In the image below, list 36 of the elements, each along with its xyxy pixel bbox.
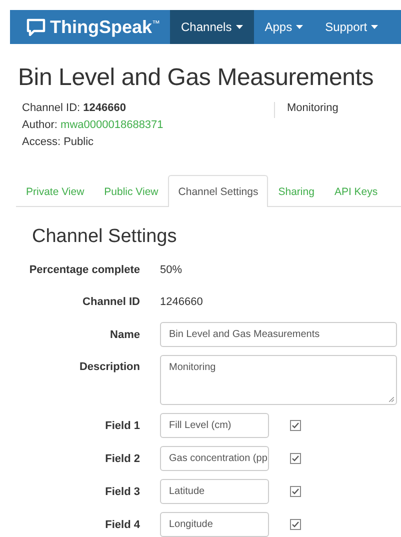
caret-icon xyxy=(236,25,243,29)
input-field[interactable]: Fill Level (cm) xyxy=(160,413,269,438)
caret-icon xyxy=(371,25,378,29)
field-label: Field 2 xyxy=(104,452,140,464)
nav-menu[interactable]: Support xyxy=(314,10,390,44)
tab[interactable]: Channel Settings xyxy=(168,175,268,207)
nav-menu[interactable]: Channels xyxy=(170,10,254,44)
input-field[interactable]: Gas concentration (pp xyxy=(160,446,269,471)
channel-title: Bin Level and Gas Measurements xyxy=(18,64,375,92)
input-field[interactable]: Latitude xyxy=(160,479,269,504)
speech-bubble-icon xyxy=(26,18,46,36)
field-value: 1246660 xyxy=(160,296,203,308)
input-field[interactable]: Longitude xyxy=(160,512,269,537)
field-value: 50% xyxy=(160,264,182,276)
brand-logo[interactable]: ThingSpeak$^{™}$ xyxy=(50,16,160,38)
checkbox[interactable] xyxy=(290,519,301,530)
checkbox[interactable] xyxy=(290,453,301,464)
input-field[interactable]: Bin Level and Gas Measurements xyxy=(160,322,397,347)
caret-icon xyxy=(296,25,304,29)
field-label: Percentage complete xyxy=(28,264,140,276)
text-area[interactable]: Monitoring xyxy=(160,355,397,405)
nav-menu[interactable]: Apps xyxy=(254,10,314,44)
resize-grip-icon[interactable] xyxy=(389,397,394,402)
field-label: Channel ID xyxy=(82,296,140,308)
author-label: Author: xyxy=(22,119,58,131)
section-heading: Channel Settings xyxy=(32,226,178,248)
field-label: Field 4 xyxy=(104,518,140,530)
field-label: Name xyxy=(109,328,140,340)
field-label: Field 1 xyxy=(104,420,140,432)
field-label: Description xyxy=(78,360,140,373)
checkbox[interactable] xyxy=(290,420,301,431)
channel-id-text: Channel ID: 1246660 xyxy=(22,102,127,116)
channel-description: Monitoring xyxy=(274,102,338,118)
field-label: Field 3 xyxy=(104,486,140,498)
checkbox[interactable] xyxy=(290,486,301,497)
access-text: Access: Public xyxy=(22,136,95,150)
